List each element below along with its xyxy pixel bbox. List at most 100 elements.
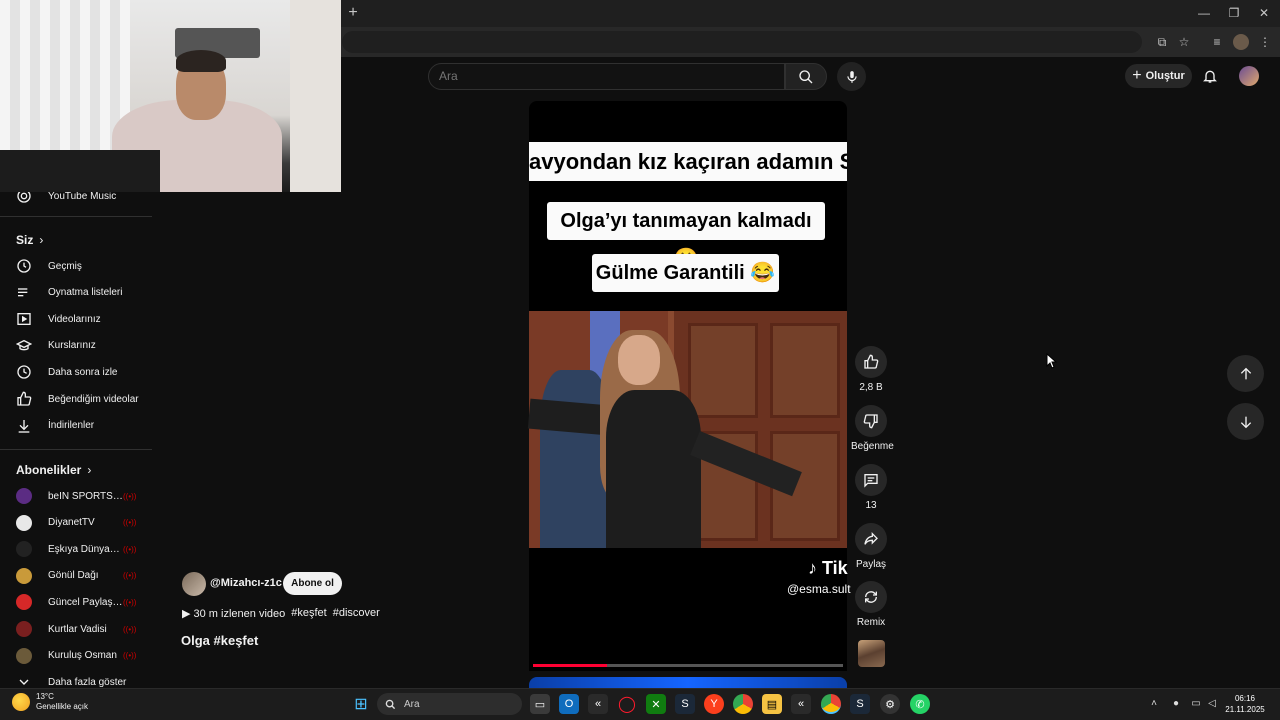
share-label: Paylaş (855, 559, 886, 570)
remix-action[interactable]: Remix (851, 581, 891, 628)
webcam-overlay (0, 0, 341, 192)
share-action[interactable]: Paylaş (851, 523, 891, 570)
sidebar-item-download[interactable]: İndirilenler (0, 413, 152, 439)
create-button[interactable]: + Oluştur (1125, 64, 1192, 88)
webcam-desk (0, 150, 160, 192)
steam-client-icon[interactable]: S (850, 694, 870, 714)
close-button[interactable]: ✕ (1252, 5, 1276, 21)
profile-icon[interactable] (1233, 34, 1249, 50)
video-caption-top: avyondan kız kaçıran adamın Sonu🤣 (529, 142, 847, 181)
hashtag-link[interactable]: #keşfet (291, 607, 326, 620)
search-button[interactable] (785, 63, 827, 90)
voice-search-button[interactable] (837, 62, 866, 91)
remix-icon (865, 591, 877, 603)
display-tray-icon[interactable]: ▭ (1189, 697, 1203, 711)
media-control-icon[interactable]: ≡ (1209, 34, 1225, 50)
search-icon (385, 699, 396, 709)
sidebar-item-your-videos[interactable]: Videolarınız (0, 306, 152, 332)
steam-icon[interactable]: S (675, 694, 695, 714)
minimize-button[interactable]: — (1192, 5, 1216, 21)
share-icon (864, 532, 878, 545)
comment-count: 13 (865, 500, 877, 511)
channel-avatar[interactable] (182, 572, 206, 596)
sidebar-item-history[interactable]: Geçmiş (0, 253, 152, 279)
volume-tray-icon[interactable]: ◁ (1205, 697, 1219, 711)
section-title: Abonelikler (16, 463, 82, 477)
chrome-icon[interactable] (733, 694, 753, 714)
subscription-item[interactable]: Kurtlar Vadisi ((•)) (0, 616, 152, 642)
sidebar-section-subscriptions[interactable]: Abonelikler › (16, 463, 91, 477)
search-input[interactable] (439, 69, 774, 83)
dislike-button[interactable] (855, 405, 887, 437)
subscription-item[interactable]: Güncel Paylaşım...((•)) (0, 589, 152, 615)
chrome-active-icon[interactable] (821, 694, 841, 714)
weather-icon (12, 693, 30, 711)
like-button[interactable] (855, 346, 887, 378)
menu-dots-icon[interactable]: ⋮ (1257, 34, 1273, 50)
live-indicator-icon: ((•)) (123, 624, 137, 634)
channel-name[interactable]: @Mizahcı-z1c (210, 577, 282, 589)
plus-icon: + (1132, 67, 1142, 84)
restore-button[interactable]: ❐ (1222, 5, 1246, 21)
subscription-item[interactable]: beIN SPORTS Tü...((•)) (0, 483, 152, 509)
steelseries-icon[interactable]: ⚙ (880, 694, 900, 714)
subscription-label: DiyanetTV (48, 517, 95, 529)
opera-icon[interactable]: ◯ (617, 694, 637, 714)
hashtag-link[interactable]: #discover (333, 607, 380, 620)
bookmark-star-icon[interactable]: ☆ (1176, 34, 1192, 50)
subscription-item[interactable]: Kuruluş Osman ((•)) (0, 643, 152, 669)
clock-date: 21.11.2025 (1225, 705, 1265, 714)
video-caption-bottom: Gülme Garantili 😂 (592, 254, 779, 292)
weather-desc: Genellikle açık (36, 702, 89, 711)
tray-expand-icon[interactable]: ˄ (1147, 697, 1161, 711)
share-button[interactable] (855, 523, 887, 555)
search-box[interactable] (428, 63, 785, 90)
subscription-item[interactable]: DiyanetTV ((•)) (0, 510, 152, 536)
outlook-icon[interactable]: O (559, 694, 579, 714)
subscription-label: Kuruluş Osman (48, 650, 117, 662)
arrow-down-icon (1240, 416, 1251, 428)
sidebar-item-liked[interactable]: Beğendiğim videolar (0, 386, 152, 412)
microphone-tray-icon[interactable]: ● (1169, 697, 1183, 711)
sidebar-section-you[interactable]: Siz › (16, 233, 43, 247)
live-indicator-icon: ((•)) (123, 544, 137, 554)
taskbar-clock[interactable]: 06:16 21.11.2025 (1220, 693, 1270, 715)
task-view-icon[interactable]: ▭ (530, 694, 550, 714)
epic-games-icon[interactable]: « (588, 694, 608, 714)
next-short-button[interactable] (1227, 403, 1264, 440)
sidebar-item-courses[interactable]: Kurslarınız (0, 333, 152, 359)
subscription-label: Gönül Dağı (48, 570, 99, 582)
subscription-item[interactable]: Eşkıya Dünyaya ...((•)) (0, 536, 152, 562)
taskbar-search[interactable]: Ara (377, 693, 522, 715)
subscribe-button[interactable]: Abone ol (283, 572, 342, 595)
thumbs-down-icon (863, 414, 878, 429)
sidebar-item-watch-later[interactable]: Daha sonra izle (0, 359, 152, 385)
like-action[interactable]: 2,8 B (851, 346, 891, 393)
sidebar-item-playlist[interactable]: Oynatma listeleri (0, 280, 152, 306)
xbox-icon[interactable]: ✕ (646, 694, 666, 714)
previous-short-button[interactable] (1227, 355, 1264, 392)
whatsapp-icon[interactable]: ✆ (910, 694, 930, 714)
remix-button[interactable] (855, 581, 887, 613)
new-tab-button[interactable]: + (344, 5, 362, 23)
notifications-button[interactable] (1200, 66, 1220, 86)
file-explorer-icon[interactable]: ▤ (762, 694, 782, 714)
epic-launcher-icon[interactable]: « (791, 694, 811, 714)
weather-widget[interactable]: 13°C Genellikle açık (12, 692, 88, 712)
comments-button[interactable] (855, 464, 887, 496)
video-title[interactable]: Olga #keşfet (181, 633, 258, 648)
address-bar[interactable] (342, 31, 1142, 53)
sound-thumbnail[interactable] (858, 640, 885, 667)
microphone-icon (846, 70, 857, 83)
comments-action[interactable]: 13 (851, 464, 891, 511)
start-button[interactable]: ⊞ (351, 694, 371, 714)
account-avatar[interactable] (1239, 66, 1259, 86)
view-count-link[interactable]: ▶ 30 m izlenen video (182, 607, 285, 620)
install-icon[interactable]: ⧉ (1154, 34, 1170, 50)
dislike-action[interactable]: Beğenme (851, 405, 894, 452)
sidebar-divider (0, 216, 152, 217)
channel-avatar (16, 488, 32, 504)
yandex-icon[interactable]: Y (704, 694, 724, 714)
subscription-item[interactable]: Gönül Dağı ((•)) (0, 563, 152, 589)
channel-avatar (16, 647, 32, 664)
